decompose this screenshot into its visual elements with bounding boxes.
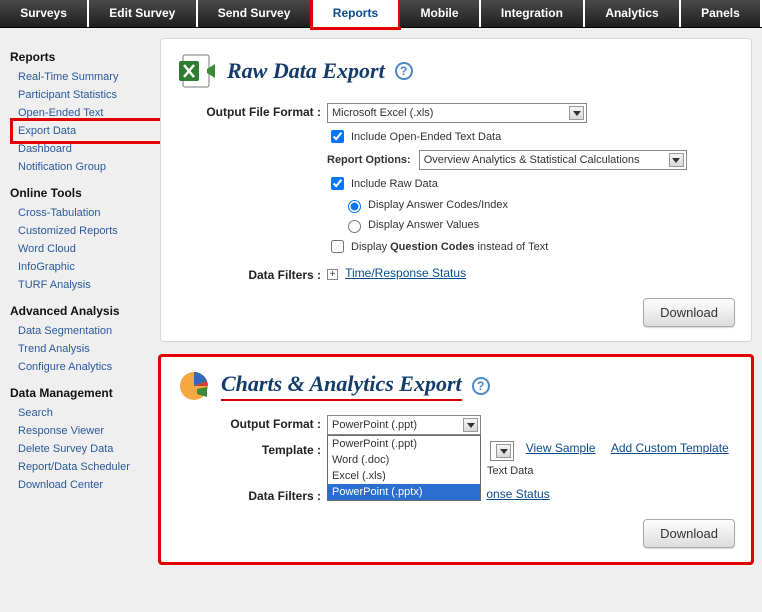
- sidebar-item[interactable]: InfoGraphic: [18, 258, 154, 276]
- content-area: Raw Data Export ? Output File Format : M…: [160, 28, 762, 612]
- checkbox-include-raw-data[interactable]: [331, 177, 344, 190]
- select-value: Microsoft Excel (.xls): [332, 107, 433, 119]
- sidebar-item[interactable]: Trend Analysis: [18, 340, 154, 358]
- report-options-select[interactable]: Overview Analytics & Statistical Calcula…: [419, 150, 687, 170]
- sidebar-item[interactable]: Report/Data Scheduler: [18, 458, 154, 476]
- sidebar-group-online-tools: Online Tools: [10, 186, 154, 200]
- download-button[interactable]: Download: [643, 519, 735, 548]
- label-data-filters: Data Filters :: [177, 487, 327, 503]
- chevron-down-icon: [569, 106, 584, 120]
- sidebar-group-advanced: Advanced Analysis: [10, 304, 154, 318]
- checkbox-label: Include Raw Data: [351, 178, 438, 190]
- select-value: PowerPoint (.ppt): [332, 419, 417, 431]
- tab-panels[interactable]: Panels: [681, 0, 762, 27]
- output-format-dropdown: PowerPoint (.ppt) Word (.doc) Excel (.xl…: [327, 435, 481, 501]
- checkbox-include-open-ended[interactable]: [331, 130, 344, 143]
- label-output-format: Output Format :: [177, 415, 327, 431]
- sidebar-item[interactable]: Customized Reports: [18, 222, 154, 240]
- panel-raw-data-export: Raw Data Export ? Output File Format : M…: [160, 38, 752, 342]
- label-template: Template :: [177, 441, 327, 457]
- excel-icon: [177, 51, 217, 91]
- sidebar-item[interactable]: Search: [18, 404, 154, 422]
- sidebar-item[interactable]: Dashboard: [18, 140, 154, 158]
- tab-reports[interactable]: Reports: [313, 0, 401, 27]
- chevron-down-icon: [463, 418, 478, 432]
- radio-display-codes[interactable]: [348, 200, 361, 213]
- link-time-response-status-partial[interactable]: onse Status: [486, 487, 549, 501]
- chevron-down-icon: [496, 444, 511, 458]
- radio-label: Display Answer Codes/Index: [368, 199, 508, 211]
- tab-analytics[interactable]: Analytics: [585, 0, 681, 27]
- tab-send-survey[interactable]: Send Survey: [198, 0, 313, 27]
- panel-title: Charts & Analytics Export: [221, 371, 462, 401]
- output-format-select[interactable]: PowerPoint (.ppt): [327, 415, 481, 435]
- sidebar-group-data-mgmt: Data Management: [10, 386, 154, 400]
- sidebar-item[interactable]: Delete Survey Data: [18, 440, 154, 458]
- tab-mobile[interactable]: Mobile: [400, 0, 480, 27]
- sidebar-item[interactable]: Configure Analytics: [18, 358, 154, 376]
- dropdown-option[interactable]: Excel (.xls): [328, 468, 480, 484]
- label-data-filters: Data Filters :: [177, 266, 327, 282]
- expand-icon[interactable]: +: [327, 269, 338, 280]
- checkbox-label: Include Open-Ended Text Data: [351, 131, 501, 143]
- dropdown-option-selected[interactable]: PowerPoint (.pptx): [328, 484, 480, 500]
- text-fragment: Text Data: [487, 465, 533, 477]
- sidebar-item-export-data[interactable]: Export Data: [18, 122, 154, 140]
- help-icon[interactable]: ?: [395, 62, 413, 80]
- select-value: Overview Analytics & Statistical Calcula…: [424, 154, 640, 166]
- sidebar-item[interactable]: Participant Statistics: [18, 86, 154, 104]
- sidebar-item[interactable]: Real-Time Summary: [18, 68, 154, 86]
- sidebar-item[interactable]: Data Segmentation: [18, 322, 154, 340]
- panel-title: Raw Data Export: [227, 58, 385, 84]
- panel-charts-analytics-export: Charts & Analytics Export ? Output Forma…: [160, 356, 752, 563]
- radio-display-values[interactable]: [348, 220, 361, 233]
- checkbox-question-codes[interactable]: [331, 240, 344, 253]
- top-nav: Surveys Edit Survey Send Survey Reports …: [0, 0, 762, 28]
- link-view-sample[interactable]: View Sample: [526, 441, 596, 455]
- template-select[interactable]: [490, 441, 514, 461]
- radio-label: Display Answer Values: [368, 219, 479, 231]
- label-output-format: Output File Format :: [177, 103, 327, 119]
- dropdown-option[interactable]: Word (.doc): [328, 452, 480, 468]
- download-button[interactable]: Download: [643, 298, 735, 327]
- dropdown-option[interactable]: PowerPoint (.ppt): [328, 436, 480, 452]
- sidebar-item[interactable]: Word Cloud: [18, 240, 154, 258]
- link-time-response-status[interactable]: Time/Response Status: [345, 266, 466, 280]
- sidebar-item[interactable]: Download Center: [18, 476, 154, 494]
- sidebar-item[interactable]: Notification Group: [18, 158, 154, 176]
- sidebar-item[interactable]: Open-Ended Text: [18, 104, 154, 122]
- sidebar: Reports Real-Time Summary Participant St…: [0, 28, 160, 612]
- sidebar-item[interactable]: Cross-Tabulation: [18, 204, 154, 222]
- sidebar-group-reports: Reports: [10, 50, 154, 64]
- link-add-custom-template[interactable]: Add Custom Template: [611, 441, 729, 455]
- tab-surveys[interactable]: Surveys: [0, 0, 89, 27]
- chevron-down-icon: [669, 153, 684, 167]
- tab-integration[interactable]: Integration: [481, 0, 585, 27]
- main-layout: Reports Real-Time Summary Participant St…: [0, 28, 762, 612]
- label-report-options: Report Options:: [327, 154, 411, 166]
- help-icon[interactable]: ?: [472, 377, 490, 395]
- sidebar-item[interactable]: Response Viewer: [18, 422, 154, 440]
- sidebar-item[interactable]: TURF Analysis: [18, 276, 154, 294]
- pie-chart-icon: [177, 369, 211, 403]
- file-format-select[interactable]: Microsoft Excel (.xls): [327, 103, 587, 123]
- tab-edit-survey[interactable]: Edit Survey: [89, 0, 197, 27]
- checkbox-label: Display Question Codes instead of Text: [351, 241, 548, 253]
